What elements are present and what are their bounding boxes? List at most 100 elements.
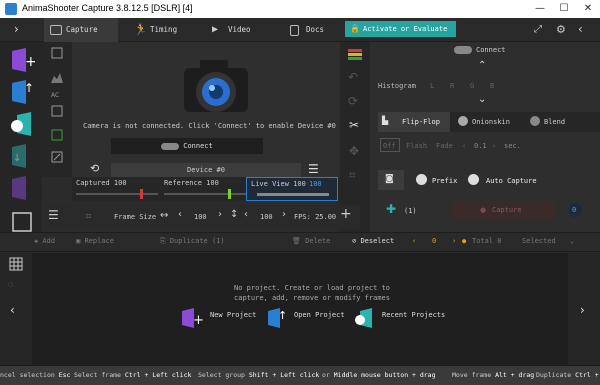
tab-onionskin[interactable]: Onionskin <box>456 112 528 132</box>
chevron-right-icon[interactable]: › <box>14 22 19 36</box>
capture-label: Capture <box>492 206 522 214</box>
flash-label: Flash <box>406 142 428 150</box>
chevron-down-icon[interactable]: ⌄ <box>478 94 486 105</box>
scroll-right-button[interactable]: › <box>580 303 585 317</box>
captured-slider[interactable] <box>76 193 158 195</box>
prefix-button[interactable]: Prefix <box>432 177 457 185</box>
recent-projects-icon[interactable] <box>352 307 380 329</box>
import-tool[interactable] <box>9 174 35 202</box>
flash-off-toggle[interactable]: Off <box>380 138 400 152</box>
live-view-slider-box[interactable]: Live View 100 100 <box>246 177 338 201</box>
menu-icon[interactable]: ☰ <box>308 162 319 176</box>
height-decrease-button[interactable]: ‹ <box>244 209 248 220</box>
height-increase-button[interactable]: › <box>282 209 286 220</box>
device-selector[interactable]: Device #0 <box>111 163 301 177</box>
tab-timing[interactable]: 🏃 Timing <box>128 18 198 42</box>
fade-increase[interactable]: › <box>492 142 496 150</box>
new-project-tool[interactable]: + <box>9 46 37 74</box>
fade-value[interactable]: 0.1 <box>474 142 487 150</box>
safe-area-icon[interactable] <box>50 128 64 142</box>
recent-projects-tool[interactable] <box>9 110 35 138</box>
undo-icon[interactable]: ↶ <box>348 70 358 84</box>
new-project-button[interactable]: New Project <box>210 311 256 319</box>
tab-flip-flop[interactable]: ▙ Flip-Flop <box>378 112 450 132</box>
pen-icon[interactable] <box>50 46 64 60</box>
layers-icon[interactable] <box>346 46 364 64</box>
tab-video-label: Video <box>228 25 251 34</box>
lock-icon[interactable]: ▫ <box>86 211 91 220</box>
chevron-up-icon[interactable]: ⌃ <box>478 60 486 71</box>
activate-button[interactable]: 🔒 Activate or Evaluate <box>345 21 456 37</box>
duplicate-label: Duplicate (1) <box>169 237 225 245</box>
crop-icon[interactable]: ⌗ <box>349 168 356 183</box>
open-project-icon[interactable]: ↑ <box>266 307 292 329</box>
chevron-left-icon[interactable]: ‹ <box>578 22 583 36</box>
histogram-channel-g[interactable]: G <box>470 82 474 90</box>
export-tool[interactable]: ↓ <box>9 142 35 170</box>
connect-label: Connect <box>183 142 213 150</box>
scroll-left-button[interactable]: ‹ <box>10 303 15 317</box>
next-frame-button[interactable]: › <box>452 237 456 245</box>
rotate-icon[interactable]: ⟳ <box>348 94 358 108</box>
project-area: No project. Create or load project to ca… <box>32 253 568 365</box>
camera-icon <box>184 60 248 112</box>
tab-docs[interactable]: Docs <box>284 18 342 42</box>
reference-handle[interactable] <box>228 189 231 199</box>
open-project-button[interactable]: Open Project <box>294 311 345 319</box>
captured-handle[interactable] <box>140 189 143 199</box>
histogram-channel-b[interactable]: B <box>490 82 494 90</box>
refresh-icon[interactable]: ⟲ <box>90 162 99 175</box>
current-frame[interactable]: 0 <box>432 237 436 245</box>
duplicate-button[interactable]: ⎘ Duplicate (1) <box>160 237 225 246</box>
fps-label[interactable]: FPS: 25.00 <box>294 213 336 221</box>
gear-icon[interactable]: ⚙ <box>556 23 566 36</box>
crosshair-icon[interactable]: + <box>340 206 352 222</box>
scissors-icon[interactable]: ✂ <box>349 118 359 132</box>
live-view-track[interactable] <box>257 193 329 196</box>
tab-blend[interactable]: Blend <box>528 112 600 132</box>
open-project-tool[interactable]: ↑ <box>9 78 35 106</box>
delete-button[interactable]: 🗑 Delete <box>292 237 330 245</box>
capture-button[interactable]: ● Capture <box>452 201 556 219</box>
recent-projects-button[interactable]: Recent Projects <box>382 311 445 319</box>
captured-label: Captured 100 <box>76 179 127 187</box>
zoom-icon[interactable] <box>50 150 64 164</box>
maximize-button[interactable]: ☐ <box>552 0 576 18</box>
add-button[interactable]: ✚ Add <box>34 237 55 245</box>
frame-action-bar: ✚ Add ▣ Replace ⎘ Duplicate (1) 🗑 Delete… <box>0 232 600 252</box>
settings-sliders-icon[interactable]: ☰ <box>48 208 59 222</box>
connect-button[interactable]: Connect <box>111 138 263 154</box>
open-project-icon: ↑ <box>12 80 34 104</box>
tab-video[interactable]: ▶ Video <box>206 18 276 42</box>
frame-height-value[interactable]: 100 <box>260 213 273 221</box>
fade-unit: sec. <box>504 142 521 150</box>
histogram-channel-r[interactable]: R <box>450 82 454 90</box>
new-project-icon[interactable]: + <box>180 307 206 329</box>
lock-icon: 🔒 <box>350 24 360 33</box>
deselect-button[interactable]: ⊘ Deselect <box>352 237 394 245</box>
prev-frame-button[interactable]: ‹ <box>412 237 416 245</box>
fade-decrease[interactable]: ‹ <box>462 142 466 150</box>
connect-toggle[interactable] <box>454 46 472 54</box>
reference-slider[interactable] <box>164 193 246 195</box>
minimize-button[interactable]: — <box>528 0 552 18</box>
auto-capture-button[interactable]: Auto Capture <box>486 177 537 185</box>
histogram-icon[interactable] <box>50 70 64 84</box>
move-icon[interactable]: ✥ <box>349 144 359 158</box>
width-increase-button[interactable]: › <box>218 209 222 220</box>
grid-icon[interactable] <box>50 104 64 118</box>
tab-capture[interactable]: Capture <box>44 18 118 42</box>
width-decrease-button[interactable]: ‹ <box>178 209 182 220</box>
replace-button[interactable]: ▣ Replace <box>76 237 114 245</box>
left-tool-strip: + ↑ ↓ <box>0 42 42 232</box>
project-left-column: ○ ‹ <box>0 253 32 365</box>
expand-icon[interactable]: ⤢ <box>534 24 542 35</box>
close-button[interactable]: ✕ <box>576 0 600 18</box>
grid-view-icon[interactable] <box>9 257 23 271</box>
chevron-down-icon[interactable]: ⌄ <box>570 237 574 245</box>
svg-text:+: + <box>193 313 204 328</box>
histogram-channel-l[interactable]: L <box>430 82 434 90</box>
frame-width-value[interactable]: 100 <box>194 213 207 221</box>
add-capture-icon[interactable]: ✚ <box>386 202 396 216</box>
capture-camera-button[interactable]: ◙ <box>378 170 404 190</box>
